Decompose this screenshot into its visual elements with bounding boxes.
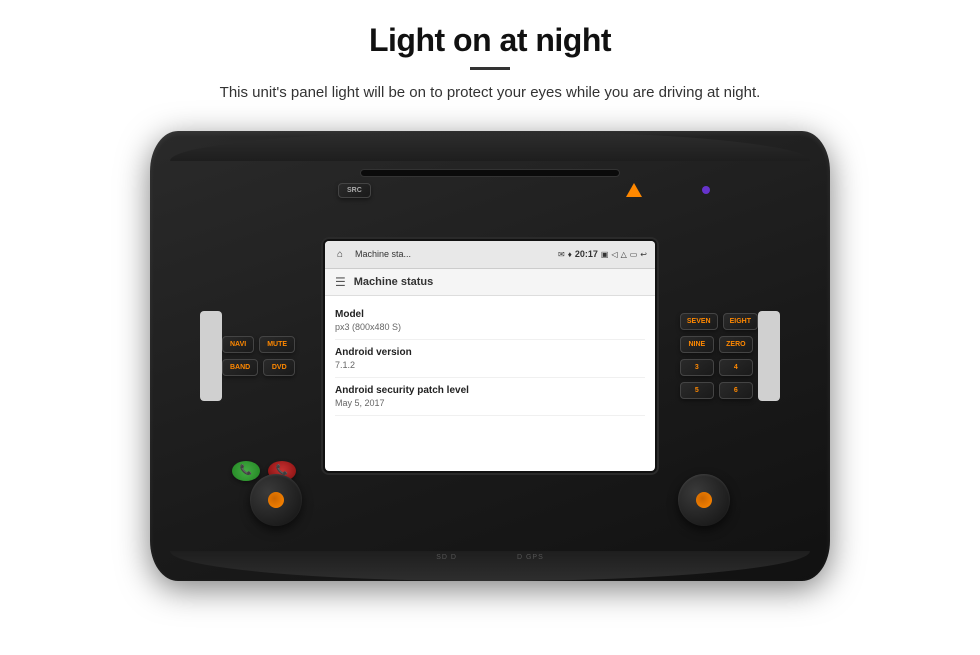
gps-label: D GPS	[517, 554, 544, 561]
right-btn-row-4: 5 6	[680, 382, 758, 399]
location-icon: ♦	[568, 250, 572, 259]
answer-button[interactable]: 📞	[232, 461, 260, 481]
security-value: May 5, 2017	[335, 398, 645, 408]
security-label: Android security patch level	[335, 385, 645, 396]
page-subtitle: This unit's panel light will be on to pr…	[0, 82, 980, 105]
app-header: ☰ Machine status	[325, 269, 655, 296]
band-button[interactable]: BAND	[222, 359, 258, 376]
vol-icon: ◁	[611, 250, 617, 259]
info-row-model: Model px3 (800x480 S)	[335, 302, 645, 340]
app-title: Machine status	[354, 276, 433, 288]
right-btn-row-2: NINE ZERO	[680, 336, 758, 353]
left-knob[interactable]	[250, 474, 302, 526]
android-screen: ⌂ Machine sta... ✉ ♦ 20:17 ▣ ◁ △ ▭ ↩ ☰ M…	[325, 241, 655, 471]
screen-icon: ▭	[630, 250, 638, 259]
page-title: Light on at night	[0, 22, 980, 59]
title-divider	[470, 67, 510, 70]
menu-icon: ☰	[335, 275, 346, 289]
dvd-button[interactable]: DVD	[263, 359, 295, 376]
four-button[interactable]: 4	[719, 359, 753, 376]
car-unit: SRC ⌂ Machine sta... ✉ ♦ 20:17 ▣ ◁ △ ▭ ↩…	[150, 131, 830, 581]
status-time: 20:17	[575, 249, 598, 259]
nine-button[interactable]: NINE	[680, 336, 714, 353]
mute-button[interactable]: MUTE	[259, 336, 295, 353]
zero-button[interactable]: ZERO	[719, 336, 753, 353]
status-bar: ⌂ Machine sta... ✉ ♦ 20:17 ▣ ◁ △ ▭ ↩	[325, 241, 655, 269]
status-icons: ✉ ♦ 20:17 ▣ ◁ △ ▭ ↩	[558, 249, 647, 259]
five-button[interactable]: 5	[680, 382, 714, 399]
info-content: Model px3 (800x480 S) Android version 7.…	[325, 296, 655, 422]
status-app-title: Machine sta...	[355, 249, 554, 259]
left-btn-row-2: BAND DVD	[222, 359, 295, 376]
right-btn-row-3: 3 4	[680, 359, 758, 376]
right-knob[interactable]	[678, 474, 730, 526]
left-buttons-panel: NAVI MUTE BAND DVD	[222, 336, 295, 376]
right-btn-row-1: SEVEN EIGHT	[680, 313, 758, 330]
alert-button[interactable]	[626, 183, 642, 197]
home-icon: ⌂	[333, 247, 347, 261]
three-button[interactable]: 3	[680, 359, 714, 376]
page-header: Light on at night This unit's panel ligh…	[0, 0, 980, 113]
bottom-labels: SD D D GPS	[436, 554, 544, 561]
msg-icon: ✉	[558, 250, 565, 259]
right-buttons-panel: SEVEN EIGHT NINE ZERO 3 4 5 6	[680, 313, 758, 399]
cd-slot	[360, 169, 620, 177]
info-row-security: Android security patch level May 5, 2017	[335, 378, 645, 416]
src-button[interactable]: SRC	[338, 183, 371, 198]
model-label: Model	[335, 309, 645, 320]
navi-button[interactable]: NAVI	[222, 336, 254, 353]
right-bracket	[758, 311, 780, 401]
sd-label: SD D	[436, 554, 457, 561]
seven-button[interactable]: SEVEN	[680, 313, 718, 330]
model-value: px3 (800x480 S)	[335, 322, 645, 332]
eight-button[interactable]: EIGHT	[723, 313, 758, 330]
six-button[interactable]: 6	[719, 382, 753, 399]
indicator-dot	[702, 186, 710, 194]
info-row-android: Android version 7.1.2	[335, 340, 645, 378]
left-bracket	[200, 311, 222, 401]
up-icon: △	[621, 250, 627, 259]
android-version-value: 7.1.2	[335, 360, 645, 370]
left-btn-row-1: NAVI MUTE	[222, 336, 295, 353]
back-icon: ↩	[640, 250, 647, 259]
camera-icon: ▣	[601, 250, 609, 259]
android-version-label: Android version	[335, 347, 645, 358]
